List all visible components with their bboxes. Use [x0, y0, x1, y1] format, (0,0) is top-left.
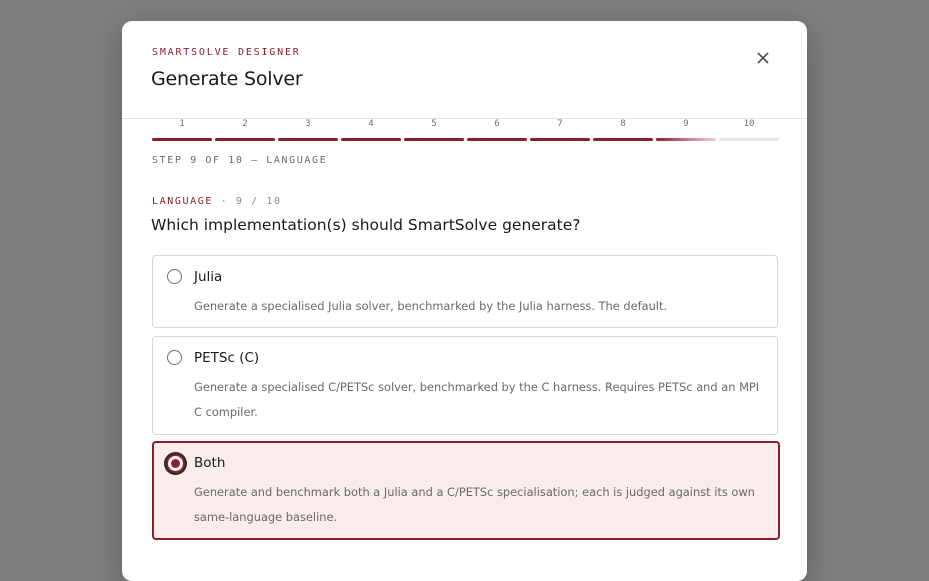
option-petsc[interactable]: PETSc (C) Generate a specialised C/PETSc…: [152, 336, 778, 435]
step-number: 5: [431, 119, 437, 129]
step-6: 6: [467, 119, 527, 143]
step-8: 8: [593, 119, 653, 143]
step-3: 3: [278, 119, 338, 143]
option-description: Generate a specialised Julia solver, ben…: [194, 299, 668, 313]
step-bar: [530, 138, 590, 141]
step-2: 2: [215, 119, 275, 143]
step-number: 1: [179, 119, 185, 129]
close-icon: [757, 52, 769, 64]
step-number: 10: [743, 119, 755, 129]
step-bar: [341, 138, 401, 141]
radio-unselected-icon[interactable]: [167, 350, 182, 365]
step-10: 10: [719, 119, 779, 143]
step-4: 4: [341, 119, 401, 143]
question-category: LANGUAGE: [152, 196, 213, 207]
step-status-text: STEP 9 OF 10 — LANGUAGE: [152, 155, 328, 166]
dialog-header: SMARTSOLVE DESIGNER Generate Solver: [122, 21, 807, 119]
radio-unselected-icon[interactable]: [167, 269, 182, 284]
radio-selected-icon[interactable]: [166, 454, 185, 473]
question-separator: ·: [220, 196, 229, 207]
step-number: 2: [242, 119, 248, 129]
step-bar-pending: [719, 138, 779, 141]
option-description: Generate and benchmark both a Julia and …: [194, 485, 755, 524]
generate-solver-dialog: SMARTSOLVE DESIGNER Generate Solver 1 2 …: [122, 21, 807, 581]
question-text: Which implementation(s) should SmartSolv…: [151, 216, 581, 234]
step-7: 7: [530, 119, 590, 143]
dialog-title: Generate Solver: [151, 68, 303, 90]
option-both[interactable]: Both Generate and benchmark both a Julia…: [152, 441, 780, 540]
step-bar: [152, 138, 212, 141]
step-1: 1: [152, 119, 212, 143]
step-number: 8: [620, 119, 626, 129]
question-count: 9 / 10: [235, 196, 282, 207]
question-eyebrow: LANGUAGE · 9 / 10: [152, 196, 282, 207]
option-title: Julia: [194, 269, 223, 285]
step-bar: [215, 138, 275, 141]
step-bar: [278, 138, 338, 141]
dialog-eyebrow: SMARTSOLVE DESIGNER: [152, 47, 301, 58]
step-bar: [467, 138, 527, 141]
step-number: 9: [683, 119, 689, 129]
step-bar: [593, 138, 653, 141]
step-number: 3: [305, 119, 311, 129]
step-number: 7: [557, 119, 563, 129]
step-9: 9: [656, 119, 716, 143]
option-title: PETSc (C): [194, 350, 260, 366]
step-bar-current: [656, 138, 716, 141]
step-5: 5: [404, 119, 464, 143]
step-number: 4: [368, 119, 374, 129]
option-description: Generate a specialised C/PETSc solver, b…: [194, 380, 760, 419]
option-julia[interactable]: Julia Generate a specialised Julia solve…: [152, 255, 778, 328]
step-bar: [404, 138, 464, 141]
option-title: Both: [194, 455, 226, 471]
step-number: 6: [494, 119, 500, 129]
close-button[interactable]: [750, 45, 776, 71]
progress-stepper: 1 2 3 4 5 6 7 8 9 10: [152, 119, 779, 143]
